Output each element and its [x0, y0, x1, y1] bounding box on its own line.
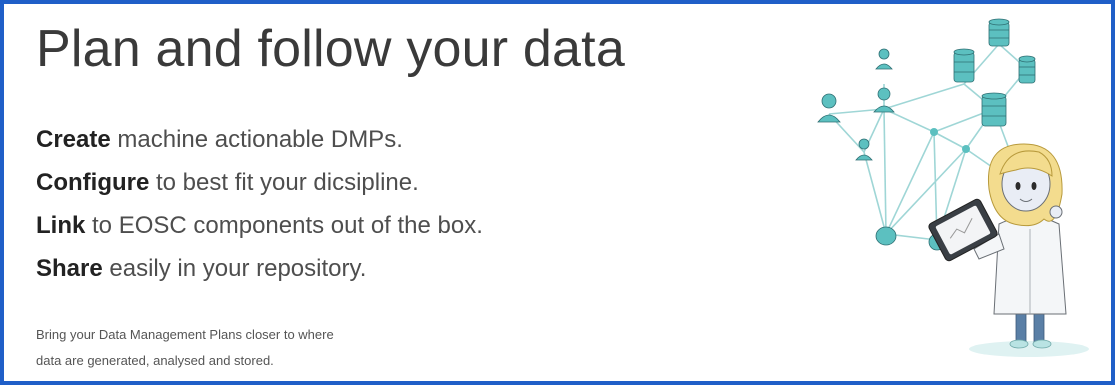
- feature-item-create: Create machine actionable DMPs.: [36, 121, 483, 164]
- feature-keyword: Link: [36, 212, 86, 239]
- scientist-network-illustration: [817, 18, 1089, 357]
- feature-text: easily in your repository.: [102, 255, 367, 282]
- database-icon: [953, 48, 975, 83]
- intro-blurb: Bring your Data Management Plans closer …: [36, 322, 334, 374]
- feature-text: to EOSC components out of the box.: [85, 212, 483, 239]
- person-icon: [875, 48, 893, 70]
- database-icon: [981, 92, 1007, 127]
- feature-item-link: Link to EOSC components out of the box.: [36, 207, 483, 250]
- hero-banner: Plan and follow your data Create machine…: [0, 0, 1115, 385]
- blurb-line-1: Bring your Data Management Plans closer …: [36, 327, 334, 342]
- feature-text: machine actionable DMPs.: [110, 126, 403, 153]
- feature-keyword: Configure: [36, 169, 150, 196]
- feature-item-configure: Configure to best fit your dicsipline.: [36, 164, 483, 207]
- blurb-line-2: data are generated, analysed and stored.: [36, 353, 274, 368]
- network-bubble-icon: [875, 226, 897, 246]
- page-title: Plan and follow your data: [36, 20, 625, 78]
- feature-keyword: Share: [36, 255, 103, 282]
- person-icon: [855, 138, 873, 161]
- database-icon: [988, 18, 1010, 47]
- feature-list: Create machine actionable DMPs. Configur…: [36, 121, 483, 293]
- feature-keyword: Create: [36, 126, 111, 153]
- person-icon: [817, 93, 841, 123]
- scientist-figure: [969, 143, 1089, 357]
- feature-item-share: Share easily in your repository.: [36, 250, 483, 293]
- database-icon: [1018, 55, 1036, 84]
- feature-text: to best fit your dicsipline.: [149, 169, 419, 196]
- person-icon: [873, 87, 895, 113]
